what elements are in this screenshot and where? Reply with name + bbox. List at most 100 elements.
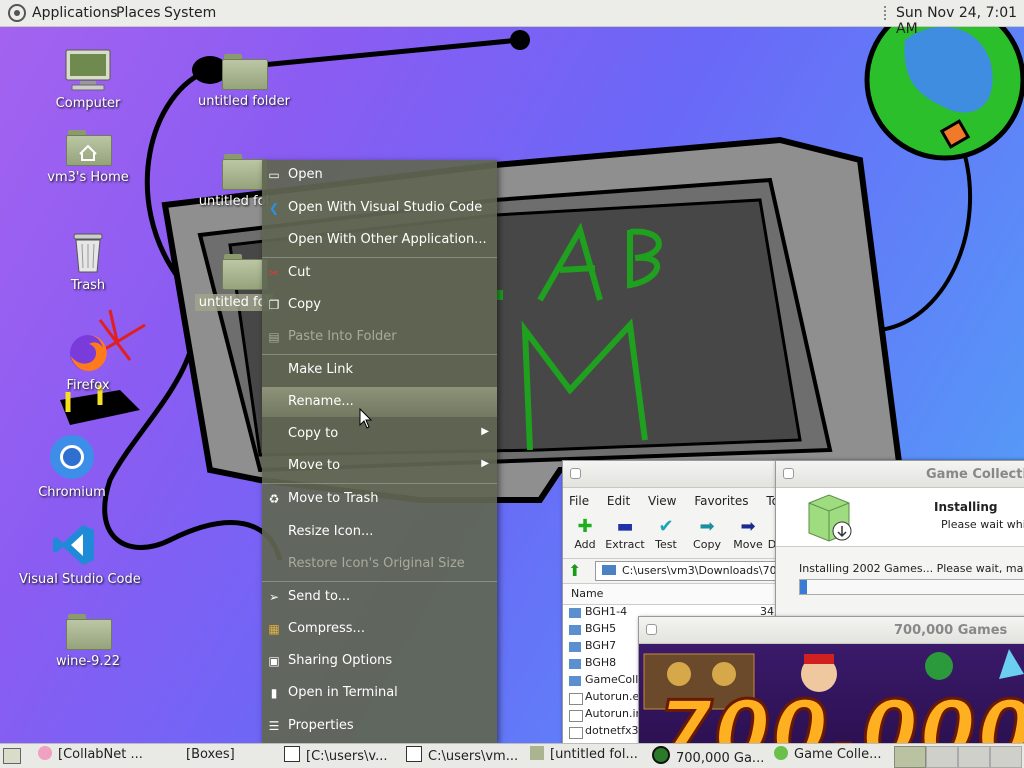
menu-item-copy[interactable]: ❐ Copy <box>262 290 497 320</box>
panel-handle-icon <box>884 6 889 20</box>
sevenzip-icon <box>284 746 300 762</box>
folder-icon <box>569 676 581 686</box>
taskbar-item[interactable]: [untitled fol... <box>530 746 645 766</box>
installer-window[interactable]: Game Collection Installing Please wait w… <box>775 460 1024 622</box>
trash-icon: ♻ <box>268 492 280 506</box>
extract-button[interactable]: ▬ Extract <box>605 516 645 551</box>
games-window[interactable]: 700,000 Games 700,000 <box>638 616 1024 758</box>
taskbar-item[interactable]: C:\users\vm... <box>406 746 521 766</box>
window-menu-button[interactable] <box>783 468 794 479</box>
places-menu[interactable]: Places <box>116 5 161 21</box>
taskbar-item[interactable]: 700,000 Ga... <box>652 746 767 766</box>
context-menu: ▭ Open ❮ Open With Visual Studio Code Open W… <box>262 160 497 743</box>
distro-logo-icon <box>8 4 26 22</box>
window-menu-button[interactable] <box>646 624 657 635</box>
share-icon: ▣ <box>268 654 280 668</box>
top-panel: Applications Places System Sun Nov 24, 7… <box>0 0 1024 37</box>
up-folder-icon[interactable]: ⬆ <box>568 561 581 580</box>
system-menu[interactable]: System <box>164 5 216 21</box>
menu-item-resize-icon[interactable]: Resize Icon... <box>262 517 497 547</box>
menu-item-move-to[interactable]: Move to ▶ <box>262 451 497 481</box>
menu-item-send-to[interactable]: ➢ Send to... <box>262 582 497 612</box>
menu-item-copy-to[interactable]: Copy to ▶ <box>262 419 497 449</box>
show-desktop-icon[interactable] <box>3 748 21 764</box>
file-icon <box>569 693 583 705</box>
collabnet-icon <box>38 746 52 760</box>
installer-box-icon <box>808 494 852 542</box>
menu-item-label: Restore Icon's Original Size <box>288 556 465 571</box>
desktop-icon-vscode[interactable]: Visual Studio Code <box>19 522 141 587</box>
desktop-icon-computer[interactable]: Computer <box>33 48 143 111</box>
computer-icon <box>65 49 111 91</box>
folder-icon <box>569 659 581 669</box>
file-name: Autorun.ex <box>585 690 646 703</box>
menu-item-open-with-visual-studio-code[interactable]: ❮ Open With Visual Studio Code <box>262 193 497 223</box>
menu-item-label: Copy to <box>288 426 339 441</box>
taskbar-item[interactable]: [C:\users\v... <box>284 746 399 766</box>
desktop-icon-chromium[interactable]: Chromium <box>17 433 127 500</box>
copy-button[interactable]: ➡ Copy <box>687 516 727 551</box>
home-folder-icon <box>66 130 112 166</box>
submenu-arrow-icon: ▶ <box>481 426 489 437</box>
move-arrow-icon: ➡ <box>740 516 756 537</box>
taskbar-item-label: Game Colle... <box>794 747 882 762</box>
applications-menu[interactable]: Applications <box>32 5 118 21</box>
installer-subheading: Please wait while <box>941 518 1024 531</box>
window-menu-button[interactable] <box>570 468 581 479</box>
test-button[interactable]: ✔ Test <box>646 516 686 551</box>
desktop-icon-home[interactable]: vm3's Home <box>33 130 143 185</box>
games-titlebar[interactable]: 700,000 Games <box>639 617 1024 644</box>
column-name-header[interactable]: Name <box>571 587 603 600</box>
menu-item-sharing-options[interactable]: ▣ Sharing Options <box>262 646 497 676</box>
menu-item-compress[interactable]: ▦ Compress... <box>262 614 497 644</box>
workspace-1[interactable] <box>894 746 926 768</box>
desktop-icon-trash[interactable]: Trash <box>33 230 143 293</box>
scissors-icon: ✂ <box>268 266 280 280</box>
folder-icon <box>222 54 268 90</box>
menu-item-label: Resize Icon... <box>288 524 374 539</box>
file-icon <box>569 727 583 739</box>
menu-item-open-in-terminal[interactable]: ▮ Open in Terminal <box>262 678 497 708</box>
menu-file[interactable]: File <box>569 494 589 508</box>
vscode-icon: ❮ <box>268 201 280 215</box>
file-name: BGH7 <box>585 639 617 652</box>
taskbar-item[interactable]: Game Colle... <box>774 746 884 766</box>
minus-icon: ▬ <box>616 516 634 537</box>
desktop-icon-label: untitled fol <box>198 194 270 209</box>
menu-view[interactable]: View <box>648 494 676 508</box>
menu-item-label: Move to Trash <box>288 491 379 506</box>
menu-item-open-with-other-application[interactable]: Open With Other Application... <box>262 225 497 255</box>
folder-icon <box>530 746 544 760</box>
add-button[interactable]: ✚ Add <box>565 516 605 551</box>
installer-icon <box>774 746 788 760</box>
menu-separator <box>262 483 497 484</box>
desktop-icon-firefox[interactable]: Firefox <box>33 332 143 393</box>
open-icon: ▭ <box>268 168 280 182</box>
workspace-switcher[interactable] <box>894 746 1022 768</box>
terminal-icon: ▮ <box>270 686 278 700</box>
menu-item-rename[interactable]: Rename... <box>262 387 497 417</box>
desktop-icon-untitled-folder-1[interactable]: untitled folder <box>189 54 299 109</box>
installer-title: Game Collection <box>926 467 1024 482</box>
desktop-icon-label: Firefox <box>66 378 110 393</box>
taskbar-item[interactable]: [CollabNet ... <box>38 746 158 766</box>
desktop-icon-wine-folder[interactable]: wine-9.22 <box>33 614 143 669</box>
clock[interactable]: Sun Nov 24, 7:01 AM <box>896 5 1024 37</box>
workspace-3[interactable] <box>958 746 990 768</box>
move-button[interactable]: ➡ Move <box>728 516 768 551</box>
menu-edit[interactable]: Edit <box>607 494 630 508</box>
menu-item-cut[interactable]: ✂ Cut <box>262 258 497 288</box>
menu-item-move-to-trash[interactable]: ♻ Move to Trash <box>262 484 497 514</box>
desktop-icon-label: Chromium <box>38 485 106 500</box>
desktop-icon-label: wine-9.22 <box>55 654 121 669</box>
menu-favorites[interactable]: Favorites <box>694 494 748 508</box>
installer-titlebar[interactable]: Game Collection <box>776 461 1024 488</box>
menu-item-open[interactable]: ▭ Open <box>262 160 497 190</box>
folder-icon <box>569 608 581 618</box>
menu-item-label: Open in Terminal <box>288 685 398 700</box>
workspace-2[interactable] <box>926 746 958 768</box>
workspace-4[interactable] <box>990 746 1022 768</box>
taskbar-item[interactable]: [Boxes] <box>166 746 276 766</box>
menu-item-properties[interactable]: ☰ Properties <box>262 711 497 741</box>
menu-item-make-link[interactable]: Make Link <box>262 355 497 385</box>
